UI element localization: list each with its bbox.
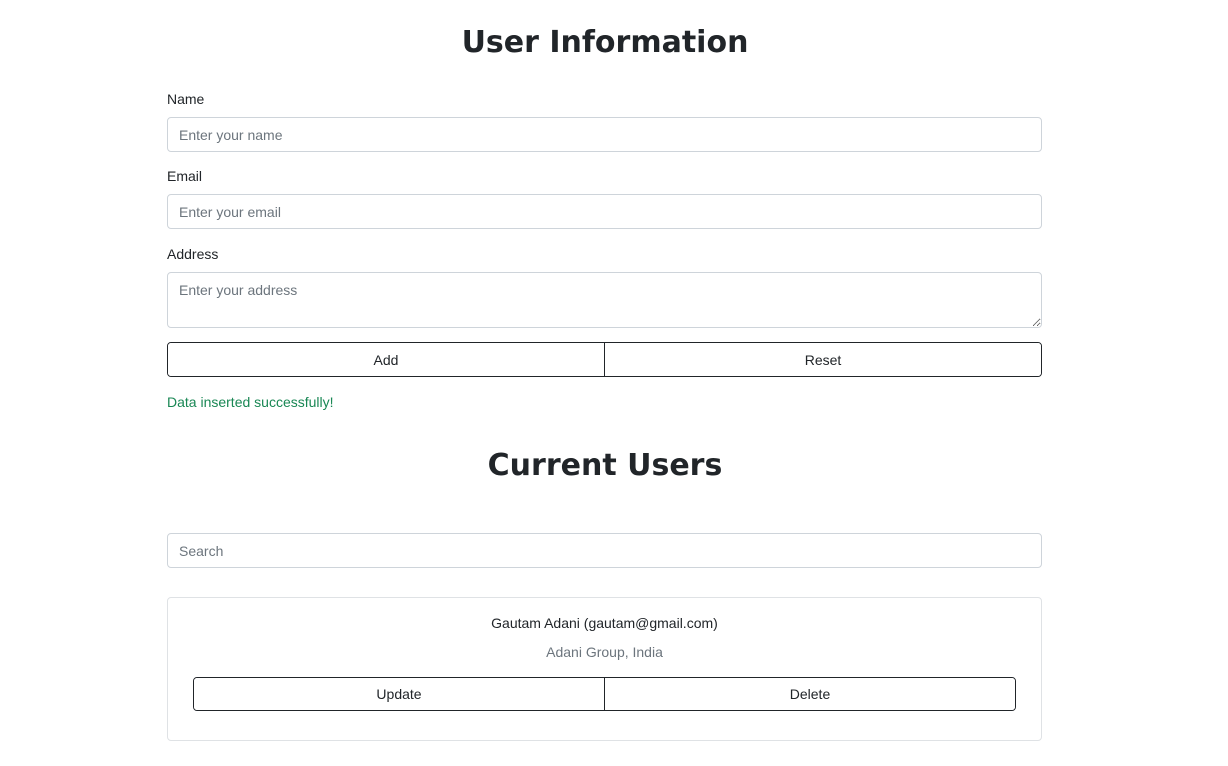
address-label: Address	[167, 246, 219, 262]
user-card: Gautam Adani (gautam@gmail.com) Adani Gr…	[167, 597, 1042, 741]
email-input[interactable]	[167, 194, 1042, 229]
name-input[interactable]	[167, 117, 1042, 152]
update-button[interactable]: Update	[194, 678, 604, 710]
add-button[interactable]: Add	[168, 343, 604, 376]
delete-button[interactable]: Delete	[604, 678, 1015, 710]
success-message: Data inserted successfully!	[167, 394, 334, 410]
user-address: Adani Group, India	[546, 644, 663, 660]
reset-button[interactable]: Reset	[604, 343, 1041, 376]
search-input[interactable]	[167, 533, 1042, 568]
page: User Information Name Email Address Add …	[0, 0, 1228, 766]
address-textarea[interactable]	[167, 272, 1042, 328]
user-name-email: Gautam Adani (gautam@gmail.com)	[491, 615, 718, 631]
form-button-group: Add Reset	[167, 342, 1042, 377]
users-title: Current Users	[487, 448, 723, 483]
email-label: Email	[167, 168, 203, 184]
page-title: User Information	[461, 25, 749, 60]
user-button-group: Update Delete	[193, 677, 1016, 711]
name-label: Name	[167, 91, 205, 107]
